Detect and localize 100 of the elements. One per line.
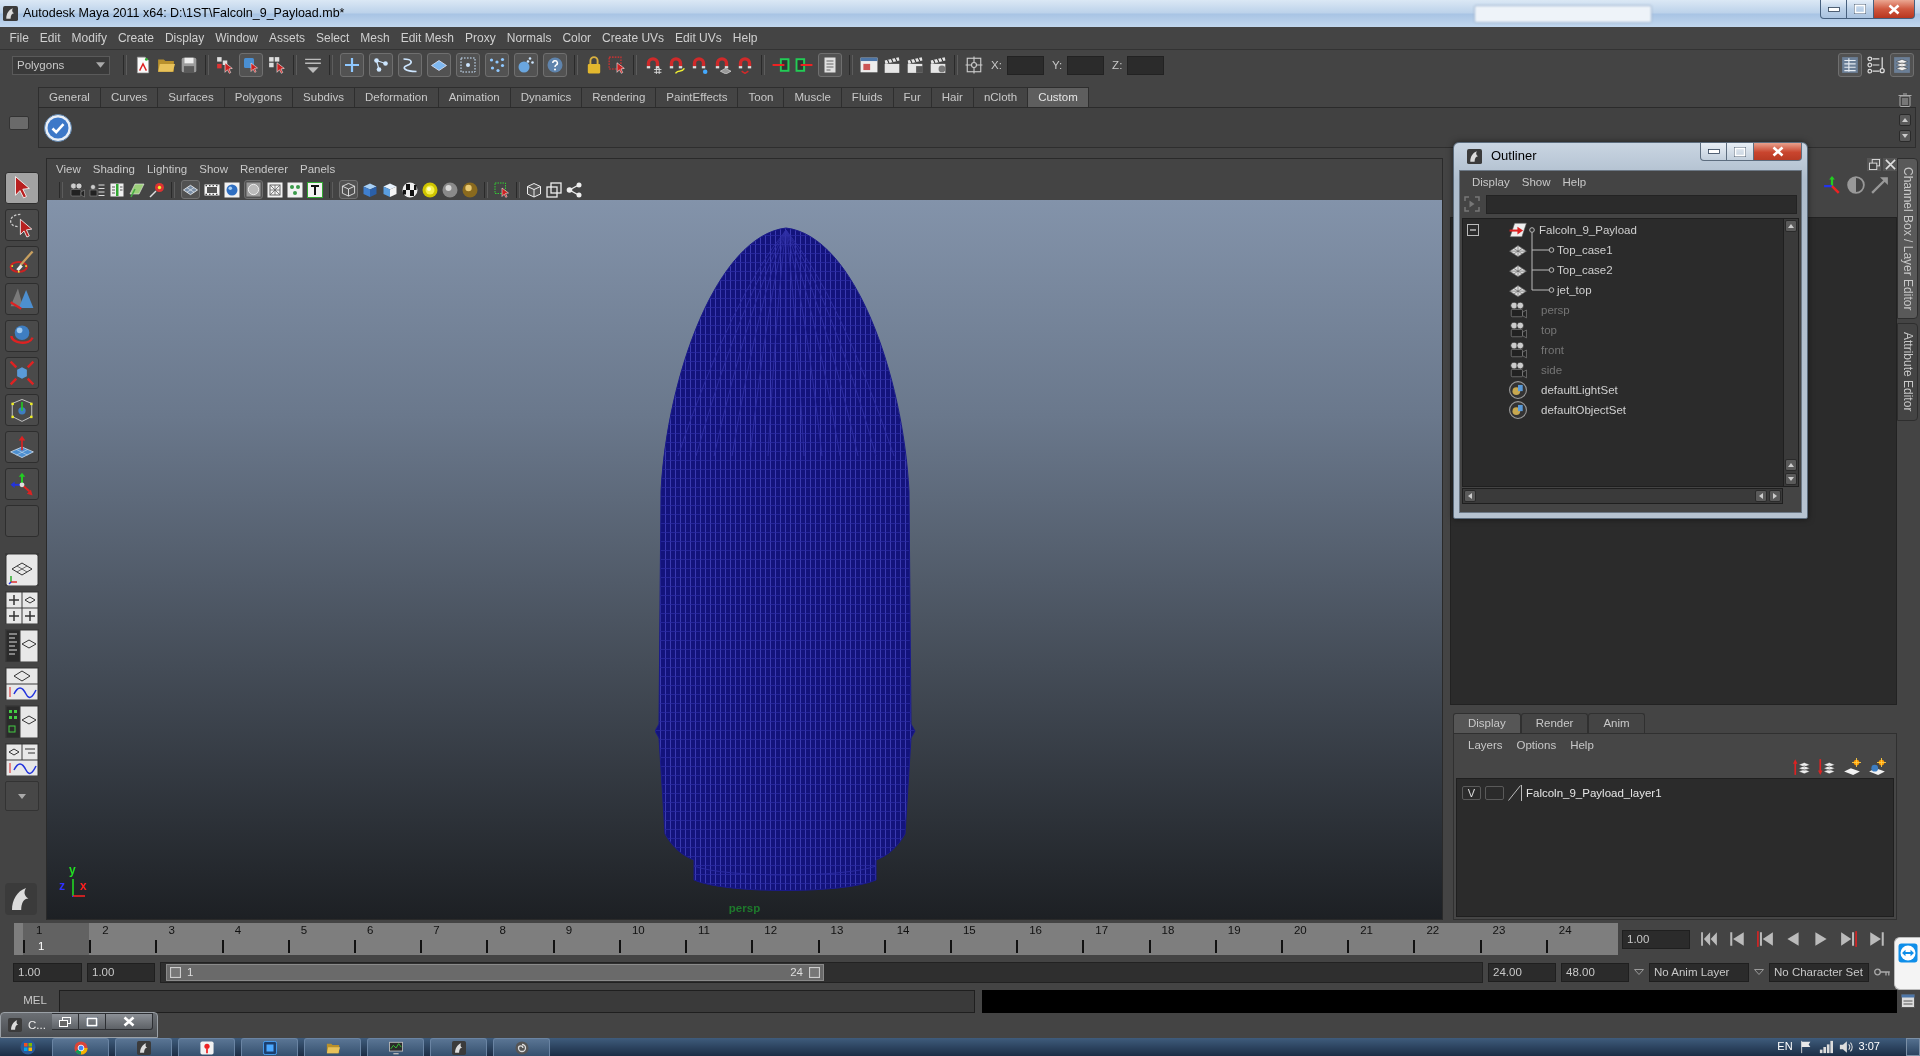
- handle-icon[interactable]: [170, 966, 181, 978]
- shelf-tab[interactable]: Curves: [99, 87, 158, 107]
- padlock-icon[interactable]: [585, 56, 603, 74]
- layer-menu-item[interactable]: Help: [1563, 737, 1601, 753]
- start-time-field[interactable]: 1.00: [13, 962, 82, 982]
- panel-menu-item[interactable]: Show: [193, 161, 234, 177]
- menu-item[interactable]: Window: [209, 30, 264, 46]
- shelf-tab[interactable]: Surfaces: [157, 87, 224, 107]
- pushpin-icon[interactable]: [149, 181, 165, 198]
- close-button[interactable]: [106, 1013, 153, 1030]
- filter-field[interactable]: [1486, 194, 1797, 214]
- minimize-button[interactable]: [1820, 0, 1847, 19]
- shelf-tab[interactable]: Custom: [1027, 87, 1089, 107]
- script-editor-button[interactable]: [1900, 993, 1916, 1009]
- search-field[interactable]: [1474, 4, 1652, 23]
- toggle-button[interactable]: [339, 180, 358, 199]
- folder-icon[interactable]: [157, 56, 175, 74]
- trash-icon[interactable]: [1898, 93, 1912, 107]
- visibility-toggle[interactable]: V: [1462, 786, 1481, 800]
- toggle-button[interactable]: [340, 53, 364, 77]
- attribute-list-icon[interactable]: [1867, 56, 1885, 74]
- toggle-button[interactable]: [427, 53, 451, 77]
- clock[interactable]: 3:07: [1858, 1040, 1880, 1054]
- end-time-field[interactable]: 48.00: [1561, 962, 1629, 982]
- shaded-sphere-icon[interactable]: [224, 181, 240, 198]
- toggle-button[interactable]: [818, 53, 842, 77]
- toggle-button[interactable]: [514, 53, 538, 77]
- menu-item[interactable]: Edit: [34, 30, 67, 46]
- taskbar-button[interactable]: [241, 1038, 298, 1056]
- input-arrow-icon[interactable]: [772, 56, 790, 74]
- tool-button[interactable]: [5, 320, 39, 352]
- magnet-icon[interactable]: [736, 56, 754, 74]
- playback-end-field[interactable]: 24.00: [1488, 962, 1556, 982]
- language-indicator[interactable]: EN: [1777, 1040, 1793, 1054]
- tool-button[interactable]: [5, 431, 39, 463]
- layer-editor-tab[interactable]: Anim: [1588, 713, 1645, 733]
- outliner-item[interactable]: Falcoln_9_Payload: [1539, 222, 1637, 238]
- magnet-dot-icon[interactable]: [690, 56, 708, 74]
- layer-menu-item[interactable]: Layers: [1461, 737, 1510, 753]
- filter-lines-icon[interactable]: [304, 56, 322, 74]
- scroll-left-icon[interactable]: [1464, 490, 1476, 502]
- panel-menu-item[interactable]: Lighting: [140, 161, 194, 177]
- next-key-icon[interactable]: [1868, 930, 1886, 948]
- shelf-tab[interactable]: Hair: [930, 87, 973, 107]
- dots-square-icon[interactable]: [287, 181, 303, 198]
- toggle-button[interactable]: [1890, 53, 1914, 77]
- layers-up-icon[interactable]: [1793, 758, 1811, 776]
- scroll-down-icon[interactable]: [1899, 129, 1911, 142]
- tool-button[interactable]: [5, 172, 39, 204]
- taskbar-button[interactable]: [115, 1038, 172, 1056]
- save-icon[interactable]: [180, 56, 198, 74]
- float-button[interactable]: [1867, 157, 1881, 171]
- textured-cube-icon[interactable]: [382, 181, 398, 198]
- menu-item[interactable]: Edit UVs: [669, 30, 728, 46]
- step-back-icon[interactable]: [1756, 930, 1774, 948]
- current-time-field[interactable]: 1.00: [1622, 929, 1690, 949]
- scroll-up-icon[interactable]: [1785, 220, 1797, 232]
- clapperboard-icon[interactable]: [906, 56, 924, 74]
- outliner-item[interactable]: Top_case2: [1557, 262, 1613, 278]
- grid-cursor-icon[interactable]: [268, 56, 286, 74]
- floating-tab[interactable]: [1894, 937, 1920, 990]
- scroll-up-icon[interactable]: [1899, 113, 1911, 126]
- scroll-down-icon[interactable]: [1785, 473, 1797, 485]
- outliner-menu-item[interactable]: Display: [1466, 174, 1516, 190]
- shelf-tab[interactable]: Animation: [437, 87, 510, 107]
- outliner-menu-item[interactable]: Help: [1556, 174, 1593, 190]
- outliner-item[interactable]: defaultLightSet: [1541, 382, 1618, 398]
- crosshair-square-icon[interactable]: [965, 56, 983, 74]
- shaded-cube-icon[interactable]: [362, 181, 378, 198]
- playback-start-field[interactable]: 1.00: [87, 962, 155, 982]
- shelf-tab[interactable]: Toon: [737, 87, 784, 107]
- side-tab[interactable]: Attribute Editor: [1897, 323, 1918, 421]
- menu-item[interactable]: Create UVs: [596, 30, 670, 46]
- menu-set-dropdown[interactable]: Polygons: [12, 55, 110, 75]
- vertical-scrollbar[interactable]: [1783, 219, 1798, 486]
- output-arrow-icon[interactable]: [795, 56, 813, 74]
- connected-nodes-icon[interactable]: [566, 181, 582, 198]
- coordinate-field[interactable]: [1006, 55, 1044, 75]
- layout-menu-button[interactable]: [5, 781, 39, 811]
- toggle-button[interactable]: [485, 53, 509, 77]
- sphere-plane-sparkle-icon[interactable]: [1868, 758, 1886, 776]
- angled-plane-icon[interactable]: [129, 181, 145, 198]
- maximize-button[interactable]: [79, 1013, 106, 1030]
- close-button[interactable]: [1754, 143, 1802, 161]
- caret-icon[interactable]: [1634, 969, 1644, 975]
- panel-menu-item[interactable]: Renderer: [234, 161, 294, 177]
- template-toggle[interactable]: [1485, 786, 1504, 800]
- diagonal-arrow-icon[interactable]: [1871, 176, 1889, 194]
- flag-icon[interactable]: [1798, 1040, 1813, 1054]
- previous-key-icon[interactable]: [1728, 930, 1746, 948]
- panel-menu-item[interactable]: Panels: [293, 161, 342, 177]
- scroll-up-icon[interactable]: [1785, 459, 1797, 471]
- handle-icon[interactable]: [809, 966, 820, 978]
- coordinate-field[interactable]: [1067, 55, 1105, 75]
- menu-item[interactable]: Display: [159, 30, 210, 46]
- outliner-item[interactable]: Top_case1: [1557, 242, 1613, 258]
- layer-editor-tab[interactable]: Render: [1520, 713, 1589, 733]
- outliner-item[interactable]: persp: [1541, 302, 1570, 318]
- signal-bars-icon[interactable]: [1818, 1040, 1833, 1054]
- tool-button[interactable]: [5, 209, 39, 241]
